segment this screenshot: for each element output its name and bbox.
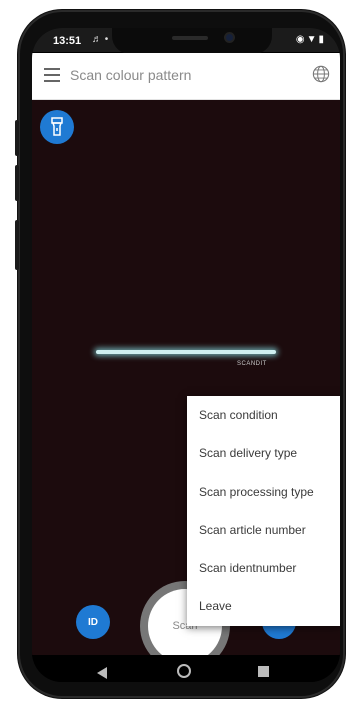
front-camera bbox=[226, 34, 233, 41]
back-icon[interactable] bbox=[97, 667, 107, 679]
android-nav-bar bbox=[32, 655, 340, 682]
flashlight-button[interactable] bbox=[40, 110, 74, 144]
recent-apps-icon[interactable] bbox=[258, 666, 269, 677]
menu-item-leave[interactable]: Leave bbox=[187, 587, 340, 625]
page-title: Scan colour pattern bbox=[70, 67, 192, 83]
globe-icon[interactable] bbox=[312, 65, 330, 83]
menu-item-scan-article-number[interactable]: Scan article number bbox=[187, 511, 340, 549]
power-button bbox=[15, 220, 19, 270]
menu-item-scan-processing-type[interactable]: Scan processing type bbox=[187, 473, 340, 511]
home-icon[interactable] bbox=[177, 664, 191, 678]
notch bbox=[112, 28, 272, 54]
menu-item-scan-condition[interactable]: Scan condition bbox=[187, 396, 340, 434]
app-bar: Scan colour pattern bbox=[32, 53, 340, 100]
scan-line bbox=[96, 350, 276, 354]
menu-item-scan-identnumber[interactable]: Scan identnumber bbox=[187, 549, 340, 587]
volume-button bbox=[15, 165, 19, 201]
volume-button bbox=[15, 120, 19, 156]
id-button[interactable]: ID bbox=[76, 605, 110, 639]
notification-icons: ♬ • bbox=[92, 34, 109, 45]
flashlight-icon bbox=[51, 117, 63, 136]
options-menu: Scan condition Scan delivery type Scan p… bbox=[187, 396, 340, 626]
status-time: 13:51 bbox=[53, 35, 82, 47]
scanner-brand-label: SCANDIT bbox=[237, 361, 267, 367]
speaker-grille bbox=[172, 36, 208, 40]
phone-screen: 13:51 ♬ • ◉▼▮ Scan colour pattern SCANDI… bbox=[32, 28, 340, 682]
status-icons: ◉▼▮ bbox=[295, 34, 326, 45]
hamburger-icon[interactable] bbox=[44, 68, 60, 82]
menu-item-scan-delivery-type[interactable]: Scan delivery type bbox=[187, 434, 340, 472]
